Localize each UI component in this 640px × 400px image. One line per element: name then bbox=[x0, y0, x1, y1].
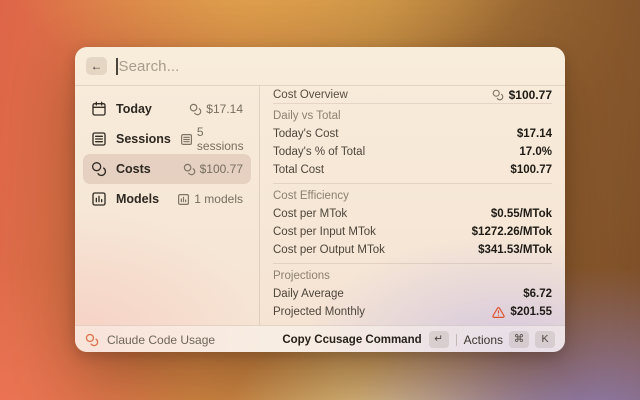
sidebar-item-today[interactable]: Today $17.14 bbox=[83, 94, 251, 124]
command-key-icon: ⌘ bbox=[509, 331, 529, 348]
actions-label: Actions bbox=[464, 333, 503, 347]
sessions-list-icon bbox=[180, 133, 193, 146]
content-area: Today $17.14 Sessions bbox=[75, 86, 565, 325]
section-projections: Projections Daily Average $6.72 Projecte… bbox=[273, 264, 552, 325]
sidebar-list: Today $17.14 Sessions bbox=[75, 86, 260, 325]
detail-header: Cost Overview $100.77 bbox=[273, 86, 552, 104]
sidebar-item-label: Costs bbox=[116, 162, 151, 176]
sidebar-item-sessions[interactable]: Sessions 5 sessions bbox=[83, 124, 251, 154]
copy-ccusage-command-button[interactable]: Copy Ccusage Command ↵ bbox=[282, 331, 448, 348]
detail-row: Today's Cost $17.14 bbox=[273, 125, 552, 143]
sessions-list-icon bbox=[91, 131, 107, 147]
footer-divider bbox=[456, 334, 457, 346]
detail-panel: Cost Overview $100.77 Daily vs Total Tod… bbox=[260, 86, 565, 325]
actions-button[interactable]: Actions ⌘ K bbox=[464, 331, 555, 348]
sidebar-item-label: Sessions bbox=[116, 132, 171, 146]
app-name: Claude Code Usage bbox=[107, 333, 215, 347]
sidebar-item-value: $100.77 bbox=[200, 162, 243, 176]
row-value: $100.77 bbox=[510, 164, 552, 176]
row-label: Cost per Input MTok bbox=[273, 226, 376, 238]
detail-row: Cost per Input MTok $1272.26/MTok bbox=[273, 223, 552, 241]
section-cost-efficiency: Cost Efficiency Cost per MTok $0.55/MTok… bbox=[273, 184, 552, 264]
row-value: $0.55/MTok bbox=[491, 208, 552, 220]
search-placeholder: Search... bbox=[119, 58, 180, 75]
detail-row: Cost per Output MTok $341.53/MTok bbox=[273, 241, 552, 259]
row-label: Total Cost bbox=[273, 164, 324, 176]
section-title: Daily vs Total bbox=[273, 110, 341, 122]
sidebar-item-value: $17.14 bbox=[206, 102, 243, 116]
row-label: Daily Average bbox=[273, 288, 344, 300]
row-value: $1272.26/MTok bbox=[472, 226, 552, 238]
section-title: Projections bbox=[273, 270, 330, 282]
coins-icon bbox=[492, 89, 504, 101]
coins-icon bbox=[85, 333, 99, 347]
k-key-icon: K bbox=[535, 331, 555, 348]
detail-row: Total Cost $100.77 bbox=[273, 161, 552, 179]
detail-row: Today's % of Total 17.0% bbox=[273, 143, 552, 161]
sidebar-item-label: Models bbox=[116, 192, 159, 206]
detail-header-value: $100.77 bbox=[509, 88, 552, 102]
back-button[interactable]: ← bbox=[86, 57, 107, 75]
coins-icon bbox=[189, 103, 202, 116]
calendar-icon bbox=[91, 101, 107, 117]
desktop-background: ← Search... Today bbox=[0, 0, 640, 400]
detail-row: Cost per MTok $0.55/MTok bbox=[273, 205, 552, 223]
sidebar-item-value: 1 models bbox=[194, 192, 243, 206]
search-input[interactable]: Search... bbox=[116, 58, 554, 75]
row-value: 17.0% bbox=[519, 146, 552, 158]
return-key-icon: ↵ bbox=[429, 331, 449, 348]
row-label: Cost per MTok bbox=[273, 208, 347, 220]
primary-action-label: Copy Ccusage Command bbox=[282, 334, 421, 346]
coins-icon bbox=[183, 163, 196, 176]
app-chip: Claude Code Usage bbox=[85, 333, 215, 347]
launcher-window: ← Search... Today bbox=[75, 47, 565, 352]
row-label: Projected Monthly bbox=[273, 306, 365, 318]
back-arrow-icon: ← bbox=[91, 60, 103, 72]
row-label: Today's Cost bbox=[273, 128, 338, 140]
row-value: $17.14 bbox=[517, 128, 552, 140]
warning-triangle-icon bbox=[492, 306, 505, 319]
sidebar-item-value: 5 sessions bbox=[197, 125, 244, 153]
detail-header-label: Cost Overview bbox=[273, 89, 348, 101]
row-label: Today's % of Total bbox=[273, 146, 365, 158]
row-value: $201.55 bbox=[510, 306, 552, 318]
bar-chart-icon bbox=[91, 191, 107, 207]
section-daily-vs-total: Daily vs Total Today's Cost $17.14 Today… bbox=[273, 104, 552, 184]
search-bar: ← Search... bbox=[75, 47, 565, 86]
sidebar-item-models[interactable]: Models 1 models bbox=[83, 184, 251, 214]
section-title: Cost Efficiency bbox=[273, 190, 349, 202]
sidebar-item-label: Today bbox=[116, 102, 152, 116]
row-value: $6.72 bbox=[523, 288, 552, 300]
sidebar-item-costs[interactable]: Costs $100.77 bbox=[83, 154, 251, 184]
detail-row: Daily Average $6.72 bbox=[273, 285, 552, 303]
row-value: $341.53/MTok bbox=[478, 244, 552, 256]
text-caret bbox=[116, 58, 118, 75]
coins-icon bbox=[91, 161, 107, 177]
bar-chart-icon bbox=[177, 193, 190, 206]
detail-row: Projected Monthly $201.55 bbox=[273, 303, 552, 321]
footer-bar: Claude Code Usage Copy Ccusage Command ↵… bbox=[75, 325, 565, 352]
row-label: Cost per Output MTok bbox=[273, 244, 385, 256]
